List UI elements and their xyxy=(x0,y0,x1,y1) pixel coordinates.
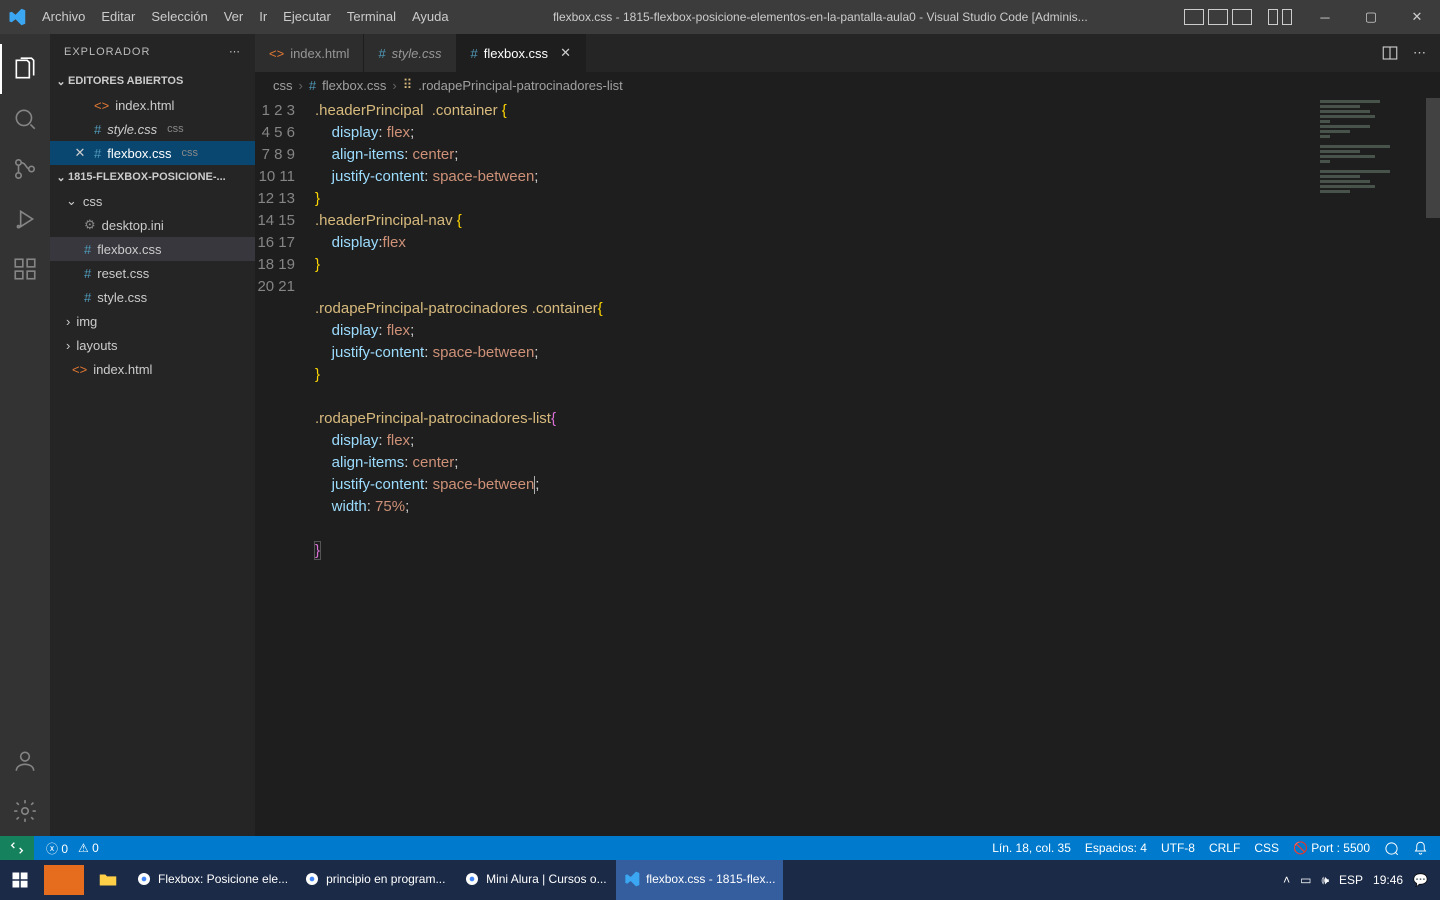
tab-style-css[interactable]: #style.css xyxy=(364,34,456,72)
tray-clock[interactable]: 19:46 xyxy=(1373,873,1403,887)
tray-chevron-icon[interactable]: ˄ xyxy=(1283,873,1290,887)
errors-count[interactable]: ⓧ 0 xyxy=(46,840,68,857)
status-bar: ⓧ 0 ⚠ 0 Lín. 18, col. 35 Espacios: 4 UTF… xyxy=(0,836,1440,860)
menu-archivo[interactable]: Archivo xyxy=(34,0,93,34)
feedback-icon[interactable] xyxy=(1384,841,1399,856)
file-item-selected[interactable]: #flexbox.css xyxy=(50,237,255,261)
file-item[interactable]: #style.css xyxy=(50,285,255,309)
folder-css[interactable]: ⌄css xyxy=(50,189,255,213)
activity-bar xyxy=(0,34,50,836)
close-button[interactable]: ✕ xyxy=(1394,0,1440,34)
eol[interactable]: CRLF xyxy=(1209,841,1240,855)
sidebar-title: EXPLORADOR xyxy=(64,46,150,58)
run-debug-icon[interactable] xyxy=(0,194,50,244)
open-editor-item-active[interactable]: ✕#flexbox.csscss xyxy=(50,141,255,165)
extensions-icon[interactable] xyxy=(0,244,50,294)
folder-img[interactable]: ›img xyxy=(50,309,255,333)
file-explorer-icon[interactable] xyxy=(88,860,128,900)
open-editor-item[interactable]: <>index.html xyxy=(50,93,255,117)
breadcrumbs[interactable]: css› #flexbox.css› ⠿.rodapePrincipal-pat… xyxy=(255,72,1440,98)
cursor-position[interactable]: Lín. 18, col. 35 xyxy=(992,841,1071,855)
warnings-count[interactable]: ⚠ 0 xyxy=(78,841,99,855)
sidebar-more-icon[interactable]: ⋯ xyxy=(229,45,241,58)
vertical-scrollbar[interactable] xyxy=(1426,98,1440,836)
taskbar-window[interactable]: principio en program... xyxy=(296,860,456,900)
minimize-button[interactable]: ─ xyxy=(1302,0,1348,34)
menu-editar[interactable]: Editar xyxy=(93,0,143,34)
file-item[interactable]: <>index.html xyxy=(50,357,255,381)
close-icon[interactable]: ✕ xyxy=(72,145,88,161)
minimap[interactable] xyxy=(1316,98,1426,218)
tray-notifications-icon[interactable]: 💬 xyxy=(1413,873,1428,887)
tray-language[interactable]: ESP xyxy=(1339,873,1363,887)
project-section[interactable]: ⌄1815-FLEXBOX-POSICIONE-... xyxy=(50,165,255,189)
more-actions-icon[interactable]: ⋯ xyxy=(1413,45,1426,61)
explorer-icon[interactable] xyxy=(0,44,50,94)
accounts-icon[interactable] xyxy=(0,736,50,786)
search-icon[interactable] xyxy=(0,94,50,144)
taskbar-window-active[interactable]: flexbox.css - 1815-flex... xyxy=(616,860,783,900)
live-server-port[interactable]: 🚫 Port : 5500 xyxy=(1293,841,1370,855)
taskbar-window[interactable]: Mini Alura | Cursos o... xyxy=(456,860,616,900)
title-bar: Archivo Editar Selección Ver Ir Ejecutar… xyxy=(0,0,1440,34)
close-icon[interactable]: ✕ xyxy=(560,45,571,61)
editor-layout-controls[interactable] xyxy=(1184,9,1292,25)
vscode-logo-icon xyxy=(0,8,34,26)
remote-indicator[interactable] xyxy=(0,836,34,860)
tab-index-html[interactable]: <>index.html xyxy=(255,34,364,72)
settings-gear-icon[interactable] xyxy=(0,786,50,836)
editor-tabs: <>index.html #style.css #flexbox.css✕ ⋯ xyxy=(255,34,1440,72)
app-menu: Archivo Editar Selección Ver Ir Ejecutar… xyxy=(34,0,457,34)
taskbar-window[interactable]: Flexbox: Posicione ele... xyxy=(128,860,296,900)
code-editor[interactable]: 1 2 3 4 5 6 7 8 9 10 11 12 13 14 15 16 1… xyxy=(255,98,1440,836)
editor-area: <>index.html #style.css #flexbox.css✕ ⋯ … xyxy=(255,34,1440,836)
maximize-button[interactable]: ▢ xyxy=(1348,0,1394,34)
line-numbers: 1 2 3 4 5 6 7 8 9 10 11 12 13 14 15 16 1… xyxy=(255,98,315,836)
menu-ver[interactable]: Ver xyxy=(216,0,252,34)
menu-ejecutar[interactable]: Ejecutar xyxy=(275,0,339,34)
menu-ayuda[interactable]: Ayuda xyxy=(404,0,457,34)
tray-volume-icon[interactable]: 🕪 xyxy=(1321,873,1329,888)
menu-ir[interactable]: Ir xyxy=(251,0,275,34)
file-item[interactable]: ⚙desktop.ini xyxy=(50,213,255,237)
file-item[interactable]: #reset.css xyxy=(50,261,255,285)
source-control-icon[interactable] xyxy=(0,144,50,194)
explorer-sidebar: EXPLORADOR ⋯ ⌄EDITORES ABIERTOS <>index.… xyxy=(50,34,255,836)
menu-terminal[interactable]: Terminal xyxy=(339,0,404,34)
open-editors-section[interactable]: ⌄EDITORES ABIERTOS xyxy=(50,69,255,93)
tray-network-icon[interactable]: ▭ xyxy=(1300,873,1311,887)
split-editor-icon[interactable] xyxy=(1381,44,1399,62)
notifications-icon[interactable] xyxy=(1413,841,1428,856)
menu-seleccion[interactable]: Selección xyxy=(143,0,215,34)
windows-taskbar: Flexbox: Posicione ele... principio en p… xyxy=(0,860,1440,900)
encoding[interactable]: UTF-8 xyxy=(1161,841,1195,855)
tab-flexbox-css[interactable]: #flexbox.css✕ xyxy=(457,34,586,72)
taskbar-app[interactable] xyxy=(44,865,84,895)
start-button[interactable] xyxy=(0,860,40,900)
language-mode[interactable]: CSS xyxy=(1254,841,1279,855)
window-title: flexbox.css - 1815-flexbox-posicione-ele… xyxy=(457,10,1184,24)
system-tray[interactable]: ˄ ▭ 🕪 ESP 19:46 💬 xyxy=(1283,873,1440,888)
folder-layouts[interactable]: ›layouts xyxy=(50,333,255,357)
indentation[interactable]: Espacios: 4 xyxy=(1085,841,1147,855)
open-editor-item[interactable]: #style.csscss xyxy=(50,117,255,141)
code-content[interactable]: .headerPrincipal .container { display: f… xyxy=(315,98,1440,836)
